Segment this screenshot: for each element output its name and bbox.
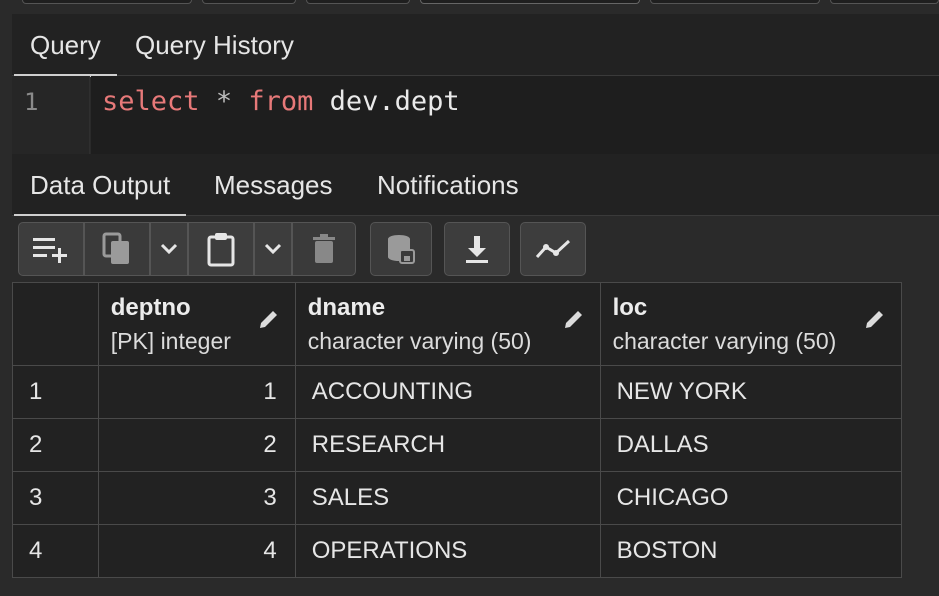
chevron-down-icon — [264, 243, 282, 255]
output-tab-bar: Data Output Messages Notifications — [12, 154, 939, 217]
toolbar-button-group[interactable] — [22, 0, 192, 4]
table-row[interactable]: 3 3 SALES CHICAGO — [12, 471, 903, 525]
column-type: character varying (50) — [307, 327, 532, 354]
edit-pencil-icon[interactable] — [863, 307, 887, 331]
row-number[interactable]: 2 — [12, 418, 99, 472]
sql-code[interactable]: select * from dev.dept — [102, 86, 460, 117]
cell-dname[interactable]: ACCOUNTING — [294, 365, 601, 419]
paste-icon — [207, 233, 235, 267]
save-data-button[interactable] — [370, 222, 432, 276]
paste-button[interactable] — [188, 222, 254, 276]
tab-messages[interactable]: Messages — [198, 154, 349, 216]
copy-options-dropdown[interactable] — [150, 222, 188, 276]
add-row-icon — [33, 238, 67, 263]
add-row-button[interactable] — [18, 222, 84, 276]
table-row[interactable]: 4 4 OPERATIONS BOSTON — [12, 524, 903, 578]
graph-icon — [535, 239, 571, 259]
row-number-header — [12, 282, 99, 366]
cell-dname[interactable]: RESEARCH — [294, 418, 601, 472]
cell-deptno[interactable]: 1 — [97, 365, 296, 419]
cell-deptno[interactable]: 2 — [97, 418, 296, 472]
column-header-dname[interactable]: dname character varying (50) — [294, 282, 601, 366]
keyword-select: select — [102, 86, 200, 117]
copy-icon — [102, 232, 129, 264]
save-data-icon — [388, 235, 415, 264]
line-number: 1 — [24, 88, 39, 116]
table-row[interactable]: 1 1 ACCOUNTING NEW YORK — [12, 365, 903, 419]
cell-loc[interactable]: CHICAGO — [599, 471, 903, 525]
toolbar-button-group[interactable] — [830, 0, 939, 4]
download-button[interactable] — [444, 222, 510, 276]
cell-dname[interactable]: OPERATIONS — [294, 524, 601, 578]
cell-deptno[interactable]: 4 — [97, 524, 296, 578]
tab-query[interactable]: Query — [14, 14, 117, 77]
query-tab-bar: Query Query History — [12, 14, 939, 77]
data-grid: deptno [PK] integer dname character vary… — [12, 282, 903, 578]
table-row[interactable]: 2 2 RESEARCH DALLAS — [12, 418, 903, 472]
operator-star: * — [215, 86, 233, 117]
download-icon — [466, 236, 488, 263]
column-name: loc — [612, 293, 648, 321]
column-type: character varying (50) — [612, 327, 837, 354]
column-header-deptno[interactable]: deptno [PK] integer — [97, 282, 296, 366]
chevron-down-icon — [160, 243, 178, 255]
graph-visualiser-button[interactable] — [520, 222, 586, 276]
cell-loc[interactable]: NEW YORK — [599, 365, 903, 419]
header-row: deptno [PK] integer dname character vary… — [12, 282, 903, 366]
toolbar-button-group[interactable] — [650, 0, 820, 4]
delete-button[interactable] — [292, 222, 356, 276]
row-number[interactable]: 3 — [12, 471, 99, 525]
cell-dname[interactable]: SALES — [294, 471, 601, 525]
keyword-from: from — [248, 86, 314, 117]
toolbar-dropdown[interactable] — [420, 0, 640, 4]
toolbar-button[interactable] — [202, 0, 296, 4]
cell-loc[interactable]: DALLAS — [599, 418, 903, 472]
column-name: dname — [307, 293, 386, 321]
tab-notifications[interactable]: Notifications — [361, 154, 535, 216]
table-identifier: dev.dept — [329, 86, 460, 117]
column-type: [PK] integer — [110, 327, 231, 354]
edit-pencil-icon[interactable] — [257, 307, 281, 331]
main-toolbar-strip — [0, 0, 939, 14]
delete-icon — [313, 234, 335, 263]
cell-deptno[interactable]: 3 — [97, 471, 296, 525]
edit-pencil-icon[interactable] — [562, 307, 586, 331]
paste-options-dropdown[interactable] — [254, 222, 292, 276]
tab-data-output[interactable]: Data Output — [14, 154, 187, 217]
column-header-loc[interactable]: loc character varying (50) — [599, 282, 903, 366]
cell-loc[interactable]: BOSTON — [599, 524, 903, 578]
row-number[interactable]: 1 — [12, 365, 99, 419]
row-number[interactable]: 4 — [12, 524, 99, 578]
tab-query-history[interactable]: Query History — [119, 14, 310, 76]
toolbar-button-group[interactable] — [306, 0, 410, 4]
copy-button[interactable] — [84, 222, 150, 276]
